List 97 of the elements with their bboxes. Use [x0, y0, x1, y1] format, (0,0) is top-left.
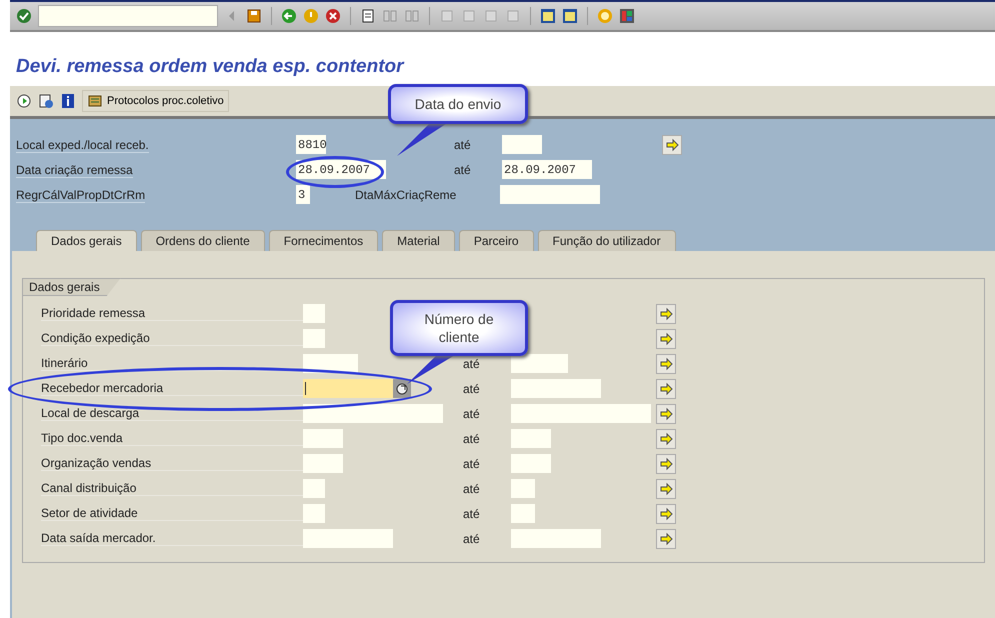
- input-field[interactable]: [303, 404, 443, 423]
- multiple-selection-button[interactable]: [656, 428, 676, 448]
- input-field[interactable]: [502, 135, 542, 154]
- group-title: Dados gerais: [22, 278, 121, 296]
- input-field[interactable]: [303, 479, 325, 498]
- command-field[interactable]: [38, 5, 218, 27]
- field-label: Condição expedição: [41, 331, 150, 345]
- arrow-icon: [658, 456, 674, 472]
- input-field[interactable]: 8810: [296, 135, 326, 154]
- exit-icon[interactable]: [303, 8, 319, 24]
- input-field[interactable]: 3: [296, 185, 310, 204]
- execute-icon[interactable]: [16, 93, 32, 109]
- variant-icon[interactable]: [38, 93, 54, 109]
- input-field[interactable]: 28.09.2007: [502, 160, 592, 179]
- arrow-icon: [658, 356, 674, 372]
- arrow-icon: [658, 480, 674, 496]
- input-field[interactable]: [511, 479, 535, 498]
- protocol-button[interactable]: Protocolos proc.coletivo: [82, 90, 229, 112]
- input-field[interactable]: [303, 354, 358, 373]
- layout-icon[interactable]: [619, 8, 635, 24]
- cancel-icon[interactable]: [325, 8, 341, 24]
- field-label: até: [463, 356, 481, 370]
- arrow-icon: [658, 330, 674, 346]
- field-label: até: [463, 406, 481, 420]
- multiple-selection-button[interactable]: [662, 134, 682, 154]
- tab[interactable]: Ordens do cliente: [140, 230, 265, 251]
- input-field[interactable]: [303, 454, 343, 473]
- field-label: Prioridade remessa: [41, 306, 146, 320]
- input-field[interactable]: [303, 329, 325, 348]
- info-icon[interactable]: [60, 93, 76, 109]
- multiple-selection-button[interactable]: [656, 328, 676, 348]
- input-field[interactable]: [511, 504, 535, 523]
- field-label: Local exped./local receb.: [16, 138, 149, 152]
- field-label: Data saída mercador.: [41, 531, 156, 545]
- field-label: até: [463, 482, 481, 496]
- input-field[interactable]: [511, 454, 551, 473]
- input-field[interactable]: [511, 529, 601, 548]
- input-field[interactable]: [303, 304, 325, 323]
- field-label: até: [463, 456, 481, 470]
- multiple-selection-button[interactable]: [656, 504, 676, 524]
- input-field[interactable]: [511, 404, 651, 423]
- arrow-icon: [664, 136, 680, 152]
- field-label: Data criação remessa: [16, 162, 133, 178]
- multiple-selection-button[interactable]: [656, 528, 676, 548]
- arrow-icon: [658, 530, 674, 546]
- arrow-icon: [658, 306, 674, 322]
- field-label: até: [463, 506, 481, 520]
- tab[interactable]: Parceiro: [458, 230, 534, 251]
- field-label: até: [463, 532, 481, 546]
- field-label: Itinerário: [41, 356, 88, 370]
- check-icon[interactable]: [16, 8, 32, 24]
- input-field[interactable]: [303, 379, 393, 398]
- back-icon[interactable]: [281, 8, 297, 24]
- input-field[interactable]: [303, 504, 325, 523]
- field-label: até: [463, 432, 481, 446]
- input-field[interactable]: [303, 429, 343, 448]
- input-field[interactable]: 28.09.2007: [296, 160, 386, 179]
- field-label: Local de descarga: [41, 406, 140, 420]
- field-label: Canal distribuição: [41, 481, 136, 495]
- field-label: Recebedor mercadoria: [41, 381, 164, 395]
- callout: Número de cliente: [390, 300, 528, 356]
- tab[interactable]: Dados gerais: [36, 230, 137, 251]
- multiple-selection-button[interactable]: [656, 404, 676, 424]
- arrow-icon: [658, 380, 674, 396]
- input-field[interactable]: [511, 379, 601, 398]
- multiple-selection-button[interactable]: [656, 378, 676, 398]
- input-field[interactable]: [511, 354, 568, 373]
- field-label: até: [463, 382, 481, 396]
- field-label: Tipo doc.venda: [41, 431, 123, 445]
- help-icon[interactable]: [597, 8, 613, 24]
- input-field[interactable]: [303, 529, 393, 548]
- arrow-icon: [658, 430, 674, 446]
- field-label: RegrCálValPropDtCrRm: [16, 188, 146, 202]
- field-label: Organização vendas: [41, 456, 152, 470]
- field-label: Setor de atividade: [41, 506, 138, 520]
- field-label: até: [454, 138, 472, 152]
- multiple-selection-button[interactable]: [656, 478, 676, 498]
- tab[interactable]: Material: [382, 230, 455, 251]
- print-icon[interactable]: [360, 8, 376, 24]
- arrow-icon: [658, 406, 674, 422]
- shortcut-icon[interactable]: [562, 8, 578, 24]
- search-help-button[interactable]: [393, 379, 411, 398]
- new-session-icon[interactable]: [540, 8, 556, 24]
- field-label: até: [454, 162, 472, 176]
- input-field[interactable]: [500, 185, 600, 204]
- tab[interactable]: Fornecimentos: [268, 230, 378, 251]
- tab[interactable]: Função do utilizador: [538, 230, 676, 251]
- multiple-selection-button[interactable]: [656, 354, 676, 374]
- multiple-selection-button[interactable]: [656, 454, 676, 474]
- callout: Data do envio: [388, 84, 528, 124]
- screen-title: Devi. remessa ordem venda esp. contentor: [15, 55, 406, 79]
- arrow-icon: [658, 506, 674, 522]
- multiple-selection-button[interactable]: [656, 304, 676, 324]
- log-icon[interactable]: [87, 93, 103, 109]
- input-field[interactable]: [511, 429, 551, 448]
- save-icon[interactable]: [246, 8, 262, 24]
- field-label: DtaMáxCriaçReme: [355, 188, 458, 202]
